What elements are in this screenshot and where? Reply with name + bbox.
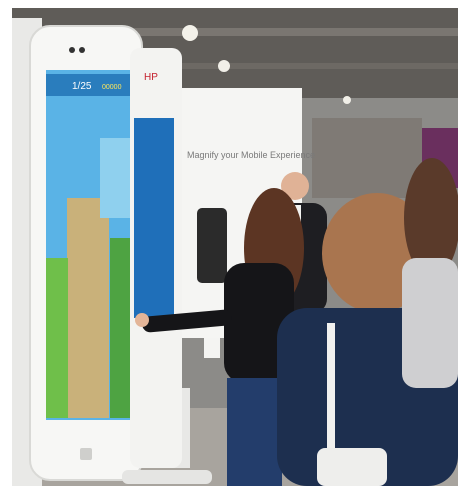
woman-hand <box>135 313 149 327</box>
game-greenery <box>46 258 68 418</box>
lanyard-card <box>204 338 220 358</box>
trade-show-photo: 1/25 00000 HP Magnify your Mobile Experi… <box>12 8 458 486</box>
game-track <box>67 198 109 418</box>
promo-column-blue <box>134 118 174 318</box>
tote-bag <box>317 448 387 486</box>
small-phone-display <box>197 208 227 283</box>
booth-banner-text: Magnify your Mobile Experience <box>187 150 315 160</box>
ceiling-light <box>343 96 351 104</box>
background-booth <box>312 118 422 198</box>
game-level-text: 1/25 <box>72 81 92 92</box>
phone-camera-dot <box>69 47 75 53</box>
phone-camera-dot <box>79 47 85 53</box>
ceiling-light <box>218 60 230 72</box>
ceiling-light <box>182 25 198 41</box>
game-score-text: 00000 <box>102 84 122 91</box>
image-frame: 1/25 00000 HP Magnify your Mobile Experi… <box>0 0 461 491</box>
right-woman-blazer <box>402 258 458 388</box>
tote-bag-strap <box>327 323 335 453</box>
game-buildings <box>100 138 130 218</box>
brand-mark: HP <box>144 72 158 83</box>
woman-jeans <box>227 378 282 486</box>
ceiling-beam <box>132 28 458 36</box>
game-greenery <box>110 238 132 418</box>
phone-home-button <box>80 448 92 460</box>
stand-base <box>122 470 212 484</box>
